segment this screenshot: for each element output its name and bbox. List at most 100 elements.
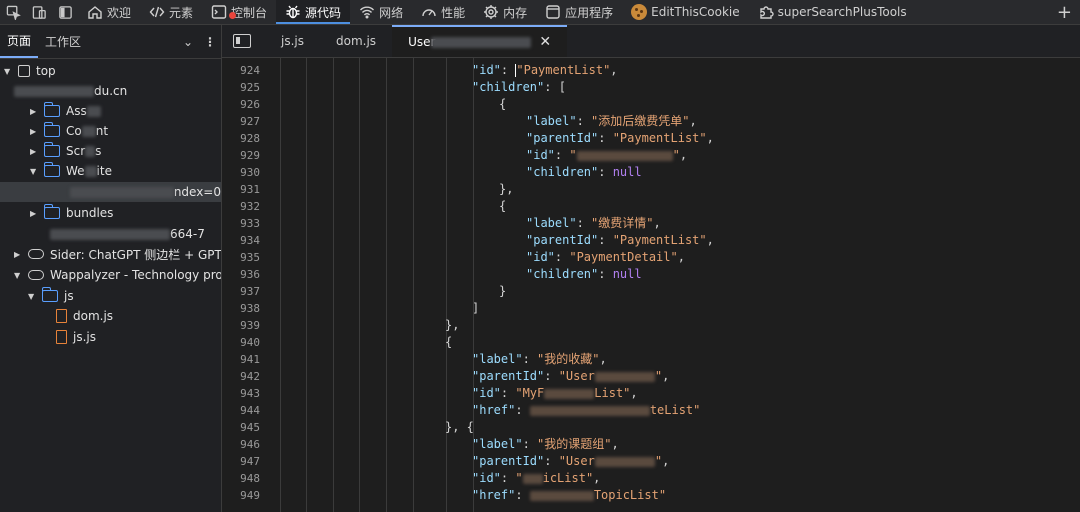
file-icon [56, 330, 67, 344]
line-number[interactable]: 949 [222, 487, 260, 504]
expand-triangle-icon: ▼ [30, 166, 37, 176]
memory-chip-icon [484, 5, 499, 19]
line-number[interactable]: 934 [222, 232, 260, 249]
editor-tab-dom-js[interactable]: dom.js [320, 25, 392, 57]
tree-item-label: 664-7 [170, 227, 205, 241]
redacted-text [431, 36, 532, 48]
toggle-navigator-icon[interactable] [233, 34, 251, 48]
chevron-down-icon[interactable]: ⌄ [177, 35, 199, 49]
line-number[interactable]: 938 [222, 300, 260, 317]
tree-item-label: Ass [66, 104, 87, 118]
line-number[interactable]: 924 [222, 62, 260, 79]
tab-memory[interactable]: 内存 [474, 0, 536, 24]
tree-item-wappalyzer-extension[interactable]: ▼ Wappalyzer - Technology profil [14, 265, 221, 285]
code-line-945: }, { [445, 420, 474, 434]
line-number[interactable]: 943 [222, 385, 260, 402]
puzzle-piece-icon [759, 6, 774, 19]
tab-elements[interactable]: 元素 [140, 0, 202, 24]
line-number[interactable]: 928 [222, 130, 260, 147]
tab-network[interactable]: 网络 [350, 0, 412, 24]
code-line-948: "id": " icList", [472, 471, 601, 485]
tab-performance[interactable]: 性能 [412, 0, 474, 24]
tree-item-label-tail: s [95, 144, 102, 158]
gauge-icon [422, 9, 436, 17]
inspect-element-icon[interactable] [3, 2, 23, 22]
more-tools-plus-icon[interactable]: + [1049, 2, 1080, 23]
tree-item-js-folder[interactable]: ▼ js [28, 286, 74, 306]
code-line-943: "id": "MyF List", [472, 386, 638, 400]
line-number[interactable]: 936 [222, 266, 260, 283]
editor-tab-label: dom.js [336, 34, 377, 48]
tab-application[interactable]: 应用程序 [536, 0, 622, 24]
line-number[interactable]: 925 [222, 79, 260, 96]
tab-console[interactable]: 控制台 [202, 0, 276, 24]
indent-guide [333, 58, 334, 512]
line-number[interactable]: 945 [222, 419, 260, 436]
tab-label: superSearchPlusTools [777, 5, 907, 19]
tree-item-domain[interactable]: du.cn [14, 81, 127, 101]
indent-guide [386, 58, 387, 512]
tree-item-content[interactable]: ▶ Co nt [30, 121, 108, 141]
editor-tab-js-js[interactable]: js.js [265, 25, 320, 57]
tree-item-js-js[interactable]: js.js [56, 327, 96, 347]
code-line-935: "id": "PaymentDetail", [526, 250, 685, 264]
close-icon[interactable]: ✕ [539, 34, 551, 50]
redacted-text [50, 228, 170, 240]
redacted-text [529, 490, 594, 501]
tab-label: 应用程序 [565, 5, 614, 20]
line-number[interactable]: 932 [222, 198, 260, 215]
line-number[interactable]: 927 [222, 113, 260, 130]
tree-item-label-tail: ite [96, 164, 112, 178]
device-emulation-icon[interactable] [29, 2, 49, 22]
tree-item-dom-js[interactable]: dom.js [56, 306, 113, 326]
code-line-939: }, [445, 318, 460, 332]
tree-item-scripts[interactable]: ▶ Scr s [30, 141, 101, 161]
tree-item-assets[interactable]: ▶ Ass [30, 101, 101, 121]
line-number[interactable]: 929 [222, 147, 260, 164]
code-line-938: ] [472, 301, 480, 315]
code-line-926: { [499, 97, 507, 111]
line-number[interactable]: 935 [222, 249, 260, 266]
line-number[interactable]: 930 [222, 164, 260, 181]
tree-item-hashed-file[interactable]: 664-7 [50, 224, 205, 244]
tree-item-label-tail: nt [95, 124, 109, 138]
tree-item-selected-file[interactable]: ndex=0 [0, 182, 221, 202]
editor-tab-user[interactable]: User ✕ [392, 25, 568, 57]
tab-welcome[interactable]: 欢迎 [78, 0, 140, 24]
navigator-tab-workspace[interactable]: 工作区 [38, 25, 88, 58]
line-number[interactable]: 946 [222, 436, 260, 453]
line-number[interactable]: 937 [222, 283, 260, 300]
redacted-text [84, 165, 97, 177]
line-number[interactable]: 942 [222, 368, 260, 385]
line-number[interactable]: 944 [222, 402, 260, 419]
tree-item-sider-extension[interactable]: ▶ Sider: ChatGPT 侧边栏 + GPT-4 [14, 244, 221, 264]
indent-guide [306, 58, 307, 512]
tree-item-top[interactable]: ▼ top [4, 61, 56, 81]
collapse-triangle-icon: ▶ [30, 106, 37, 116]
code-editor[interactable]: "id": "PaymentList", "children": [ { "la… [268, 58, 1080, 512]
navigator-tab-page[interactable]: 页面 [0, 25, 39, 58]
expand-triangle-icon: ▼ [14, 270, 21, 280]
redacted-text [594, 456, 655, 467]
line-number[interactable]: 933 [222, 215, 260, 232]
line-number[interactable]: 947 [222, 453, 260, 470]
code-line-942: "parentId": "User ", [472, 369, 670, 383]
line-number[interactable]: 926 [222, 96, 260, 113]
tab-sources[interactable]: 源代码 [276, 0, 351, 24]
code-line-934: "parentId": "PaymentList", [526, 233, 714, 247]
line-number[interactable]: 948 [222, 470, 260, 487]
folder-icon [43, 204, 60, 219]
indent-guide [280, 58, 281, 512]
line-number[interactable]: 940 [222, 334, 260, 351]
line-number[interactable]: 931 [222, 181, 260, 198]
code-line-932: { [499, 199, 507, 213]
more-options-icon[interactable]: ⋮ [199, 35, 221, 49]
collapse-triangle-icon: ▶ [30, 208, 37, 218]
line-number[interactable]: 939 [222, 317, 260, 334]
tab-editthiscookie[interactable]: EditThisCookie [622, 0, 749, 24]
dock-side-icon[interactable] [55, 2, 75, 22]
tab-supersearchplustools[interactable]: superSearchPlusTools [749, 0, 916, 24]
line-number[interactable]: 941 [222, 351, 260, 368]
tree-item-website[interactable]: ▼ We ite [30, 161, 112, 181]
tree-item-bundles[interactable]: ▶ bundles [30, 203, 113, 223]
